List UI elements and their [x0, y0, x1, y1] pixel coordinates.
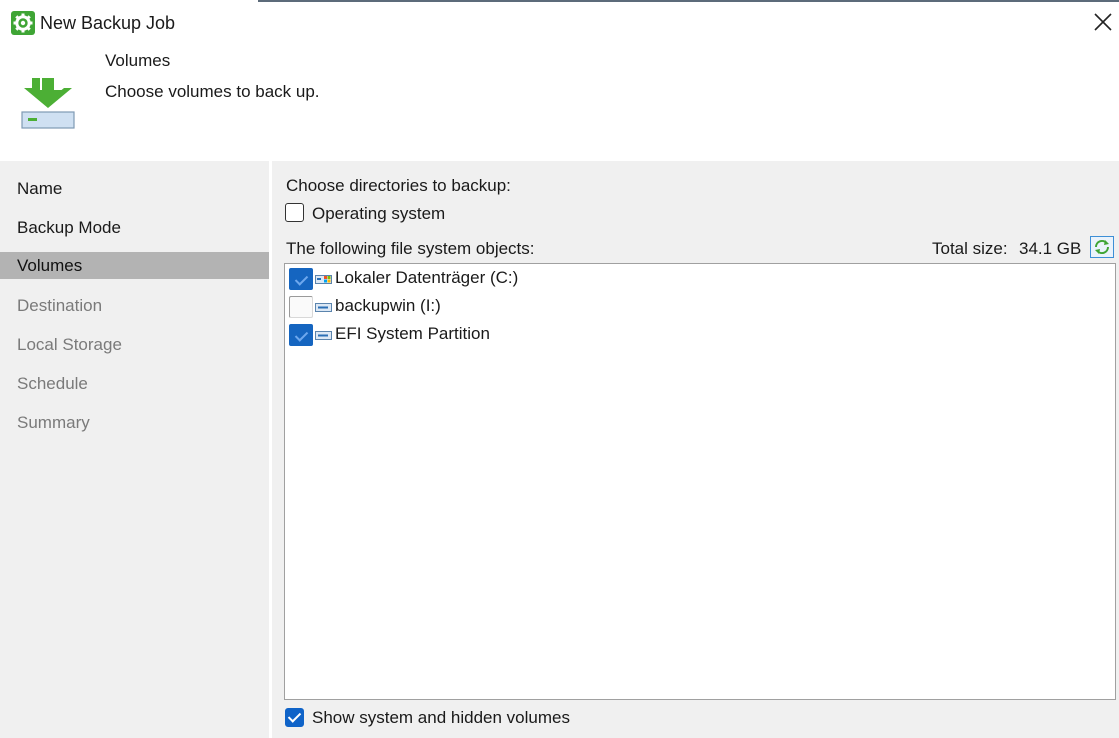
backup-download-icon: [21, 78, 75, 129]
wizard-steps-sidebar: Name Backup Mode Volumes Destination Loc…: [0, 161, 270, 738]
operating-system-checkbox[interactable]: [285, 203, 304, 222]
show-hidden-volumes-label[interactable]: Show system and hidden volumes: [312, 708, 570, 728]
volume-checkbox[interactable]: [289, 296, 313, 318]
drive-icon: [315, 331, 332, 340]
total-size-label: Total size:: [932, 239, 1008, 258]
sidebar-item-schedule[interactable]: Schedule: [0, 370, 269, 397]
window-title: New Backup Job: [40, 13, 176, 33]
choose-directories-label: Choose directories to backup:: [286, 176, 511, 195]
list-item[interactable]: Lokaler Datenträger (C:): [287, 265, 1113, 291]
step-title: Volumes: [105, 51, 171, 70]
close-icon[interactable]: [1090, 9, 1116, 35]
volumes-list[interactable]: Lokaler Datenträger (C:) backupwin (I:) …: [284, 263, 1116, 700]
volume-label: Lokaler Datenträger (C:): [335, 268, 519, 287]
volume-label: EFI System Partition: [335, 324, 490, 343]
sidebar-item-summary[interactable]: Summary: [0, 409, 269, 436]
list-item[interactable]: EFI System Partition: [287, 321, 1113, 347]
sidebar-item-destination[interactable]: Destination: [0, 292, 269, 319]
sidebar-item-local-storage[interactable]: Local Storage: [0, 331, 269, 358]
volume-checkbox[interactable]: [289, 324, 313, 346]
volumes-panel: Choose directories to backup: Operating …: [272, 161, 1119, 738]
file-system-objects-label: The following file system objects:: [286, 239, 535, 258]
title-bar: New Backup Job: [0, 0, 1119, 46]
sidebar-item-name[interactable]: Name: [0, 175, 269, 202]
volume-label: backupwin (I:): [335, 296, 441, 315]
refresh-icon[interactable]: [1090, 236, 1114, 258]
operating-system-label[interactable]: Operating system: [312, 204, 445, 224]
sidebar-item-volumes[interactable]: Volumes: [0, 252, 269, 279]
step-subtitle: Choose volumes to back up.: [105, 82, 320, 101]
total-size-value: 34.1 GB: [1019, 239, 1082, 258]
drive-icon: [315, 303, 332, 312]
volume-checkbox[interactable]: [289, 268, 313, 290]
show-hidden-volumes-checkbox[interactable]: [285, 708, 304, 727]
veeam-gear-icon: [11, 11, 35, 35]
list-item[interactable]: backupwin (I:): [287, 293, 1113, 319]
windows-drive-icon: [315, 275, 332, 284]
sidebar-item-backup-mode[interactable]: Backup Mode: [0, 214, 269, 241]
